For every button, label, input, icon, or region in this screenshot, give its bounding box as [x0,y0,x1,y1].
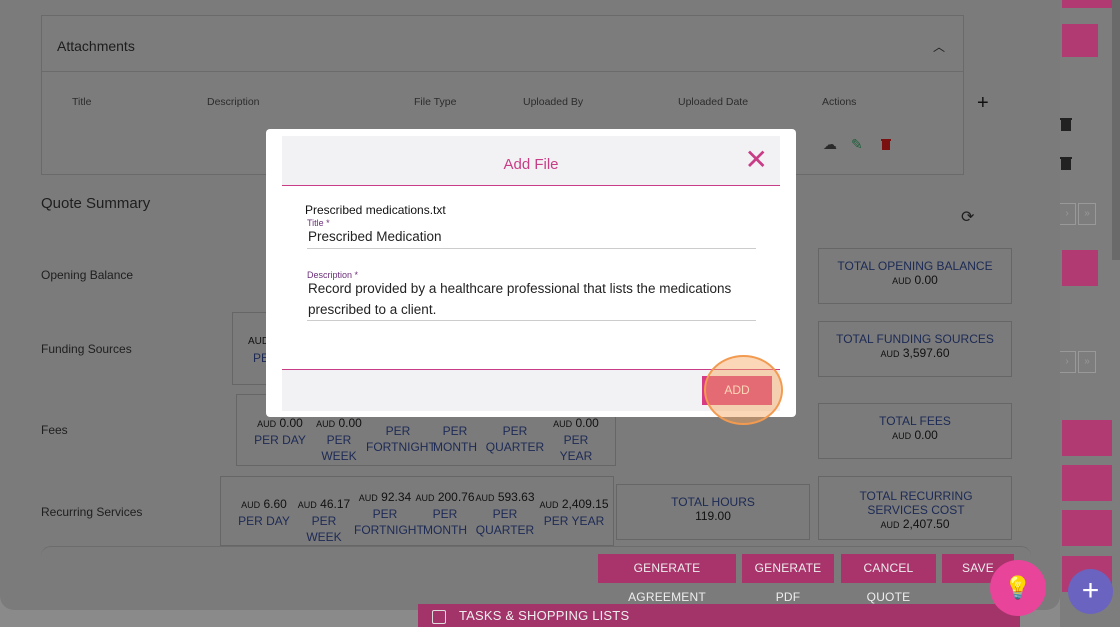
dialog-title: Add File [503,156,559,173]
column-header-file-type[interactable]: File Type [414,96,456,108]
attachments-title: Attachments [57,38,135,54]
cancel-quote-button[interactable]: CANCEL QUOTE [841,554,936,604]
tasks-shopping-lists-label: TASKS & SHOPPING LISTS [459,608,630,623]
background-pink-tab [1062,465,1112,501]
pager-next-icon[interactable]: › [1058,203,1076,225]
recurring-per-fortnight: AUD 92.34 PER FORTNIGHT [354,490,424,537]
background-pink-tab [1062,420,1112,456]
column-header-actions: Actions [822,96,857,108]
column-header-uploaded-by[interactable]: Uploaded By [523,96,583,108]
row-label-recurring-services: Recurring Services [41,505,143,519]
total-opening-balance-box: TOTAL OPENING BALANCE AUD 0.00 [818,248,1012,304]
click-highlight [704,355,783,425]
tasks-shopping-lists-bar[interactable]: TASKS & SHOPPING LISTS [418,604,1020,627]
cloud-upload-icon[interactable]: ☁ [823,136,837,153]
title-input-underline [307,248,756,249]
refresh-icon[interactable]: ⟳ [961,207,974,227]
total-funding-sources-box: TOTAL FUNDING SOURCES AUD 3,597.60 [818,321,1012,377]
trash-icon[interactable] [881,138,891,150]
fees-per-day: AUD 0.00 PER DAY [254,416,306,447]
recurring-per-year: AUD 2,409.15 PER YEAR [539,497,609,528]
pager-next-icon[interactable]: › [1058,351,1076,373]
pencil-icon[interactable]: ✎ [851,136,863,153]
selected-file-name: Prescribed medications.txt [305,203,446,217]
total-fees-box: TOTAL FEES AUD 0.00 [818,403,1012,459]
trash-icon[interactable] [1060,156,1072,170]
column-header-description[interactable]: Description [207,96,260,108]
add-attachment-plus-icon[interactable]: + [977,92,989,115]
plus-icon[interactable]: + [1068,569,1113,614]
fees-per-month: PER MONTH [433,424,477,454]
total-recurring-services-box: TOTAL RECURRING SERVICES COST AUD 2,407.… [818,476,1012,540]
fees-per-week: AUD 0.00 PER WEEK [316,416,362,463]
recurring-per-quarter: AUD 593.63 PER QUARTER [475,490,535,537]
description-line-2[interactable]: prescribed to a client. [308,299,436,320]
page-scrollbar[interactable] [1112,0,1120,260]
dialog-header: Add File ✕ [282,136,780,186]
pager-last-icon[interactable]: » [1078,351,1096,373]
row-label-opening-balance: Opening Balance [41,268,134,282]
divider [42,71,963,72]
background-pink-tab [1062,250,1098,286]
row-label-fees: Fees [41,423,68,437]
column-header-title[interactable]: Title [72,96,91,108]
generate-pdf-button[interactable]: GENERATE PDF [742,554,834,604]
row-label-funding-sources: Funding Sources [41,342,132,356]
fees-per-year: AUD 0.00 PER YEAR [553,416,599,463]
checkbox-icon [432,610,446,624]
quote-summary-title: Quote Summary [41,195,151,212]
background-pink-tab [1062,24,1098,57]
title-input[interactable]: Prescribed Medication [308,226,757,247]
total-hours-box: TOTAL HOURS 119.00 [616,484,810,540]
trash-icon[interactable] [1060,117,1072,131]
generate-agreement-button[interactable]: GENERATE AGREEMENT [598,554,736,604]
recurring-per-day: AUD 6.60 PER DAY [238,497,290,528]
recurring-per-week: AUD 46.17 PER WEEK [297,497,351,544]
description-line-1[interactable]: Record provided by a healthcare professi… [308,278,731,299]
fees-per-quarter: PER QUARTER [485,424,545,454]
recurring-per-month: AUD 200.76 PER MONTH [415,490,475,537]
chevron-up-icon[interactable]: ︿ [933,38,945,55]
lightbulb-icon[interactable]: 💡 [990,560,1046,616]
description-input-underline [307,320,756,321]
background-pink-tab [1062,510,1112,546]
close-icon[interactable]: ✕ [745,146,768,174]
fees-per-fortnight: PER FORTNIGHT [366,424,436,454]
background-pink-tab [1062,0,1112,8]
pager-last-icon[interactable]: » [1078,203,1096,225]
column-header-uploaded-date[interactable]: Uploaded Date [678,96,748,108]
